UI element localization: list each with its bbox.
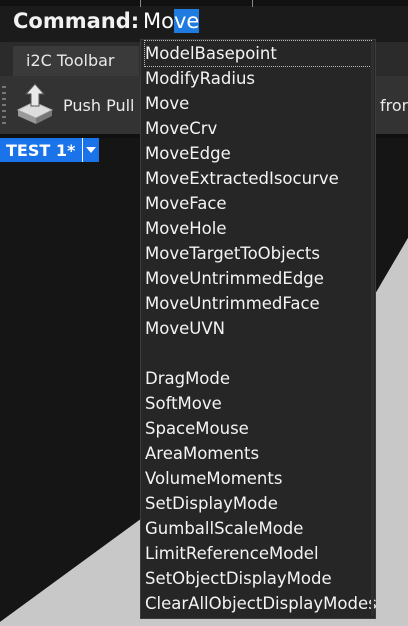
autocomplete-item[interactable]: MoveCrv	[145, 116, 217, 141]
autocomplete-item[interactable]: ModifyRadius	[145, 66, 255, 91]
autocomplete-item[interactable]: MoveFace	[145, 191, 227, 216]
tab-i2c-toolbar[interactable]: i2C Toolbar	[13, 46, 139, 76]
autocomplete-item[interactable]: GumballScaleMode	[145, 516, 303, 541]
tab-label: i2C Toolbar	[26, 51, 115, 70]
viewport-title: TEST 1*	[6, 141, 76, 160]
command-input[interactable]: Move	[143, 9, 200, 35]
command-label: Command:	[13, 9, 140, 33]
autocomplete-item[interactable]: ClearAllObjectDisplayModes	[145, 591, 377, 616]
autocomplete-item[interactable]: SpaceMouse	[145, 416, 249, 441]
autocomplete-item[interactable]: LimitReferenceModel	[145, 541, 319, 566]
command-typed-text: Mo	[143, 9, 174, 33]
autocomplete-item[interactable]: VolumeMoments	[145, 466, 282, 491]
autocomplete-item[interactable]: MoveHole	[145, 216, 227, 241]
autocomplete-item[interactable]: MoveTargetToObjects	[145, 241, 320, 266]
autocomplete-item[interactable]: MoveEdge	[145, 141, 231, 166]
toolbar-grip-handle[interactable]	[2, 86, 6, 126]
autocomplete-item[interactable]: MoveUntrimmedFace	[145, 291, 320, 316]
autocomplete-item[interactable]: AreaMoments	[145, 441, 259, 466]
push-pull-icon	[16, 83, 54, 124]
autocomplete-item[interactable]: SetDisplayMode	[145, 491, 278, 516]
viewport-menu-dropdown-icon[interactable]	[82, 138, 99, 162]
autocomplete-item[interactable]: MoveUntrimmedEdge	[145, 266, 324, 291]
command-completion-text: ve	[173, 9, 200, 33]
command-bar: Command: Move	[0, 0, 408, 42]
push-pull-label: Push Pull	[63, 96, 135, 115]
autocomplete-item[interactable]: SoftMove	[145, 391, 222, 416]
toolbar-button-label-clipped[interactable]: fron	[380, 96, 408, 115]
command-autocomplete-list[interactable]: ModelBasepoint ModifyRadius Move MoveCrv Mov…	[140, 39, 377, 619]
autocomplete-scrollbar[interactable]	[371, 42, 374, 616]
push-pull-button[interactable]: Push Pull	[14, 82, 142, 128]
autocomplete-item[interactable]: SetObjectDisplayMode	[145, 566, 332, 591]
autocomplete-item[interactable]: MoveUVN	[145, 316, 225, 341]
autocomplete-item[interactable]: DragMode	[145, 366, 230, 391]
autocomplete-item[interactable]: Move	[145, 91, 189, 116]
autocomplete-item[interactable]: ModelBasepoint	[144, 40, 372, 67]
autocomplete-item[interactable]: MoveExtractedIsocurve	[145, 166, 339, 191]
